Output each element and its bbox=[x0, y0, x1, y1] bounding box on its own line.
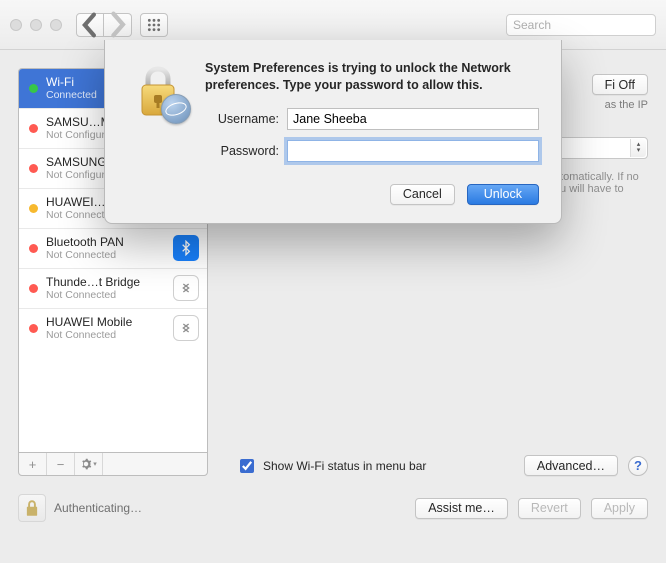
username-label: Username: bbox=[205, 112, 279, 126]
lock-status[interactable]: Authenticating… bbox=[18, 494, 142, 522]
status-dot-icon bbox=[29, 324, 38, 333]
action-menu-button[interactable]: ▾ bbox=[75, 453, 103, 475]
dialog-icon bbox=[127, 60, 189, 122]
password-label: Password: bbox=[205, 144, 279, 158]
status-dot-icon bbox=[29, 164, 38, 173]
status-dot-icon bbox=[29, 84, 38, 93]
window-controls bbox=[10, 19, 62, 31]
minimize-window-button[interactable] bbox=[30, 19, 42, 31]
remove-service-button[interactable]: − bbox=[47, 453, 75, 475]
padlock-icon bbox=[18, 494, 46, 522]
show-all-button[interactable] bbox=[140, 13, 168, 37]
help-button[interactable]: ? bbox=[628, 456, 648, 476]
status-dot-icon bbox=[29, 284, 38, 293]
show-wifi-label: Show Wi-Fi status in menu bar bbox=[263, 459, 426, 473]
status-dot-icon bbox=[29, 124, 38, 133]
sidebar-item-status: Not Connected bbox=[46, 329, 165, 342]
sidebar-item-status: Not Connected bbox=[46, 249, 165, 262]
bluetooth-icon bbox=[173, 235, 199, 261]
thunderbolt-icon bbox=[173, 315, 199, 341]
sidebar-item-huawei-mobile[interactable]: HUAWEI Mobile Not Connected bbox=[19, 309, 207, 348]
close-window-button[interactable] bbox=[10, 19, 22, 31]
revert-button[interactable]: Revert bbox=[518, 498, 581, 519]
forward-button[interactable] bbox=[104, 13, 132, 37]
sidebar-item-status: Not Connected bbox=[46, 289, 165, 302]
add-service-button[interactable]: + bbox=[19, 453, 47, 475]
unlock-button[interactable]: Unlock bbox=[467, 184, 539, 205]
apply-button[interactable]: Apply bbox=[591, 498, 648, 519]
dialog-message: System Preferences is trying to unlock t… bbox=[205, 60, 539, 94]
lock-status-text: Authenticating… bbox=[54, 501, 142, 515]
sidebar-item-bluetooth-pan[interactable]: Bluetooth PAN Not Connected bbox=[19, 229, 207, 269]
sidebar-item-label: Bluetooth PAN bbox=[46, 235, 165, 249]
zoom-window-button[interactable] bbox=[50, 19, 62, 31]
chevron-updown-icon: ▴▾ bbox=[630, 139, 646, 157]
nav-buttons bbox=[76, 13, 132, 37]
sidebar-item-thunderbolt-bridge[interactable]: Thunde…t Bridge Not Connected bbox=[19, 269, 207, 309]
username-field[interactable] bbox=[287, 108, 539, 130]
bottom-bar: Authenticating… Assist me… Revert Apply bbox=[18, 494, 648, 522]
status-dot-icon bbox=[29, 244, 38, 253]
sidebar-item-label: HUAWEI Mobile bbox=[46, 315, 165, 329]
network-badge-icon bbox=[161, 94, 191, 124]
sidebar-footer: + − ▾ bbox=[18, 452, 208, 476]
search-input[interactable] bbox=[506, 14, 656, 36]
thunderbolt-icon bbox=[173, 275, 199, 301]
password-field[interactable] bbox=[287, 140, 539, 162]
back-button[interactable] bbox=[76, 13, 104, 37]
advanced-button[interactable]: Advanced… bbox=[524, 455, 618, 476]
turn-wifi-off-button[interactable]: Fi Off bbox=[592, 74, 648, 95]
status-dot-icon bbox=[29, 204, 38, 213]
cancel-button[interactable]: Cancel bbox=[390, 184, 455, 205]
show-wifi-status-check[interactable]: Show Wi-Fi status in menu bar bbox=[236, 456, 426, 476]
sidebar-item-label: Thunde…t Bridge bbox=[46, 275, 165, 289]
assist-me-button[interactable]: Assist me… bbox=[415, 498, 508, 519]
show-wifi-checkbox[interactable] bbox=[240, 459, 254, 473]
auth-dialog: System Preferences is trying to unlock t… bbox=[104, 40, 562, 224]
